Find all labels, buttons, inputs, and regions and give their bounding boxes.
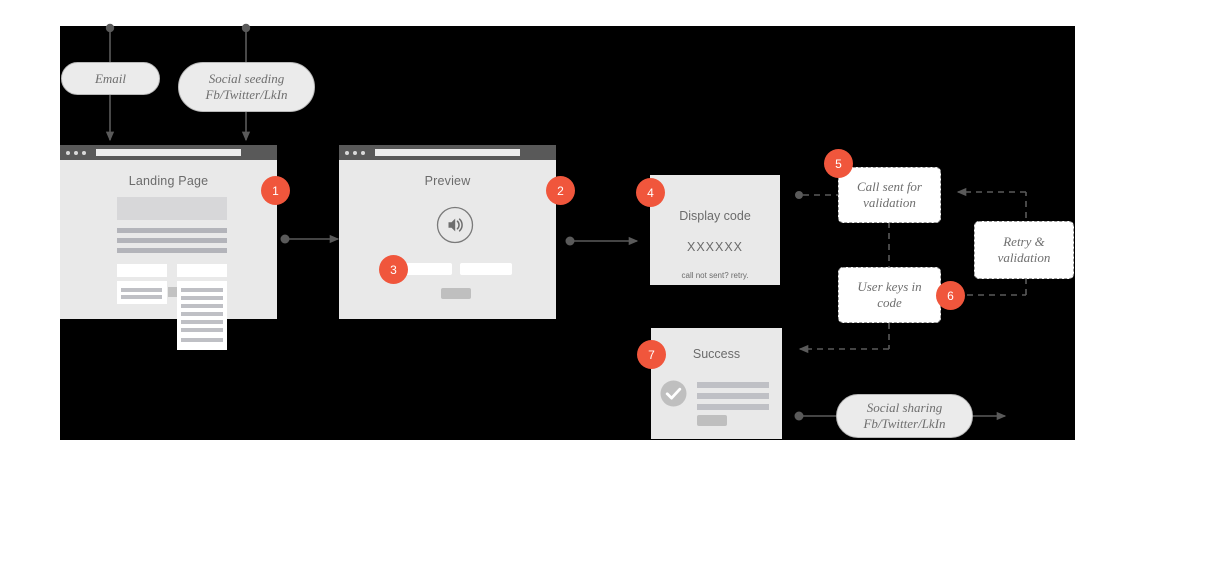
step-badge-6[interactable]: 6 bbox=[936, 281, 965, 310]
source-pill-social-line1: Social seeding bbox=[208, 71, 285, 87]
retry-line2: validation bbox=[997, 250, 1051, 265]
call-sent-line1: Call sent for bbox=[856, 179, 922, 195]
step-badge-2-label: 2 bbox=[557, 183, 564, 198]
landing-panel-line bbox=[181, 328, 223, 332]
step-badge-7[interactable]: 7 bbox=[637, 340, 666, 369]
preview-submit-button[interactable] bbox=[441, 288, 471, 299]
landing-text-bar bbox=[117, 238, 227, 243]
process-box-user-keys-in-code[interactable]: User keys in code bbox=[838, 267, 941, 323]
landing-card-bottom-left bbox=[117, 281, 167, 304]
outcome-pill-social-sharing[interactable]: Social sharing Fb/Twitter/LkIn bbox=[836, 394, 973, 438]
step-badge-1-label: 1 bbox=[272, 183, 279, 198]
landing-panel-line bbox=[181, 338, 223, 342]
preview-page-title: Preview bbox=[424, 174, 471, 188]
source-pill-social-line2: Fb/Twitter/LkIn bbox=[205, 87, 288, 102]
user-keys-line1: User keys in bbox=[857, 279, 922, 295]
step-badge-5[interactable]: 5 bbox=[824, 149, 853, 178]
preview-input-right[interactable] bbox=[460, 263, 512, 275]
step-badge-3-label: 3 bbox=[390, 262, 397, 277]
display-code-note[interactable]: call not sent? retry. bbox=[650, 271, 780, 280]
success-text-line bbox=[697, 382, 769, 388]
landing-card-top-right bbox=[177, 264, 227, 277]
process-box-retry-validation[interactable]: Retry & validation bbox=[974, 221, 1074, 279]
landing-thumbnail bbox=[168, 287, 177, 297]
success-text-line bbox=[697, 404, 769, 410]
window-dot-icon bbox=[82, 150, 86, 155]
landing-text-bar bbox=[117, 248, 227, 253]
landing-text-bar bbox=[117, 228, 227, 233]
window-dot-icon bbox=[361, 150, 365, 155]
success-title: Success bbox=[692, 347, 741, 361]
step-badge-4[interactable]: 4 bbox=[636, 178, 665, 207]
landing-card-top-left bbox=[117, 264, 167, 277]
landing-titlebar bbox=[60, 145, 277, 160]
process-box-call-sent[interactable]: Call sent for validation bbox=[838, 167, 941, 223]
source-pill-email[interactable]: Email bbox=[61, 62, 160, 95]
diagram-canvas: Email Social seeding Fb/Twitter/LkIn Lan… bbox=[0, 0, 1211, 587]
landing-page-title: Landing Page bbox=[128, 174, 209, 188]
step-badge-4-label: 4 bbox=[647, 185, 654, 200]
speaker-icon[interactable] bbox=[436, 206, 474, 244]
landing-panel-line bbox=[181, 288, 223, 292]
window-dot-icon bbox=[74, 150, 78, 155]
step-badge-3[interactable]: 3 bbox=[379, 255, 408, 284]
preview-titlebar bbox=[339, 145, 556, 160]
call-sent-line2: validation bbox=[863, 195, 916, 210]
address-bar[interactable] bbox=[375, 149, 520, 156]
window-dot-icon bbox=[66, 150, 70, 155]
window-dot-icon bbox=[345, 150, 349, 155]
step-badge-2[interactable]: 2 bbox=[546, 176, 575, 205]
source-pill-email-label: Email bbox=[94, 70, 127, 86]
success-action-button[interactable] bbox=[697, 415, 727, 426]
step-badge-1[interactable]: 1 bbox=[261, 176, 290, 205]
source-pill-social-seeding[interactable]: Social seeding Fb/Twitter/LkIn bbox=[178, 62, 315, 112]
social-sharing-line1: Social sharing bbox=[866, 400, 943, 416]
success-text-line bbox=[697, 393, 769, 399]
window-dot-icon bbox=[353, 150, 357, 155]
address-bar[interactable] bbox=[96, 149, 241, 156]
display-code-title: Display code bbox=[679, 209, 751, 223]
landing-card-line bbox=[121, 295, 162, 299]
check-circle-icon bbox=[660, 380, 687, 407]
landing-panel-line bbox=[181, 296, 223, 300]
landing-panel-line bbox=[181, 304, 223, 308]
landing-panel-line bbox=[181, 312, 223, 316]
social-sharing-line2: Fb/Twitter/LkIn bbox=[863, 416, 946, 431]
landing-panel-line bbox=[181, 320, 223, 324]
step-badge-6-label: 6 bbox=[947, 288, 954, 303]
landing-card-line bbox=[121, 288, 162, 292]
step-badge-5-label: 5 bbox=[835, 156, 842, 171]
landing-hero-block bbox=[117, 197, 227, 220]
user-keys-line2: code bbox=[877, 295, 902, 310]
step-badge-7-label: 7 bbox=[648, 347, 655, 362]
display-code-value: XXXXXX bbox=[686, 240, 744, 254]
retry-line1: Retry & bbox=[1003, 234, 1045, 250]
card-display-code[interactable]: Display code XXXXXX call not sent? retry… bbox=[650, 175, 780, 285]
